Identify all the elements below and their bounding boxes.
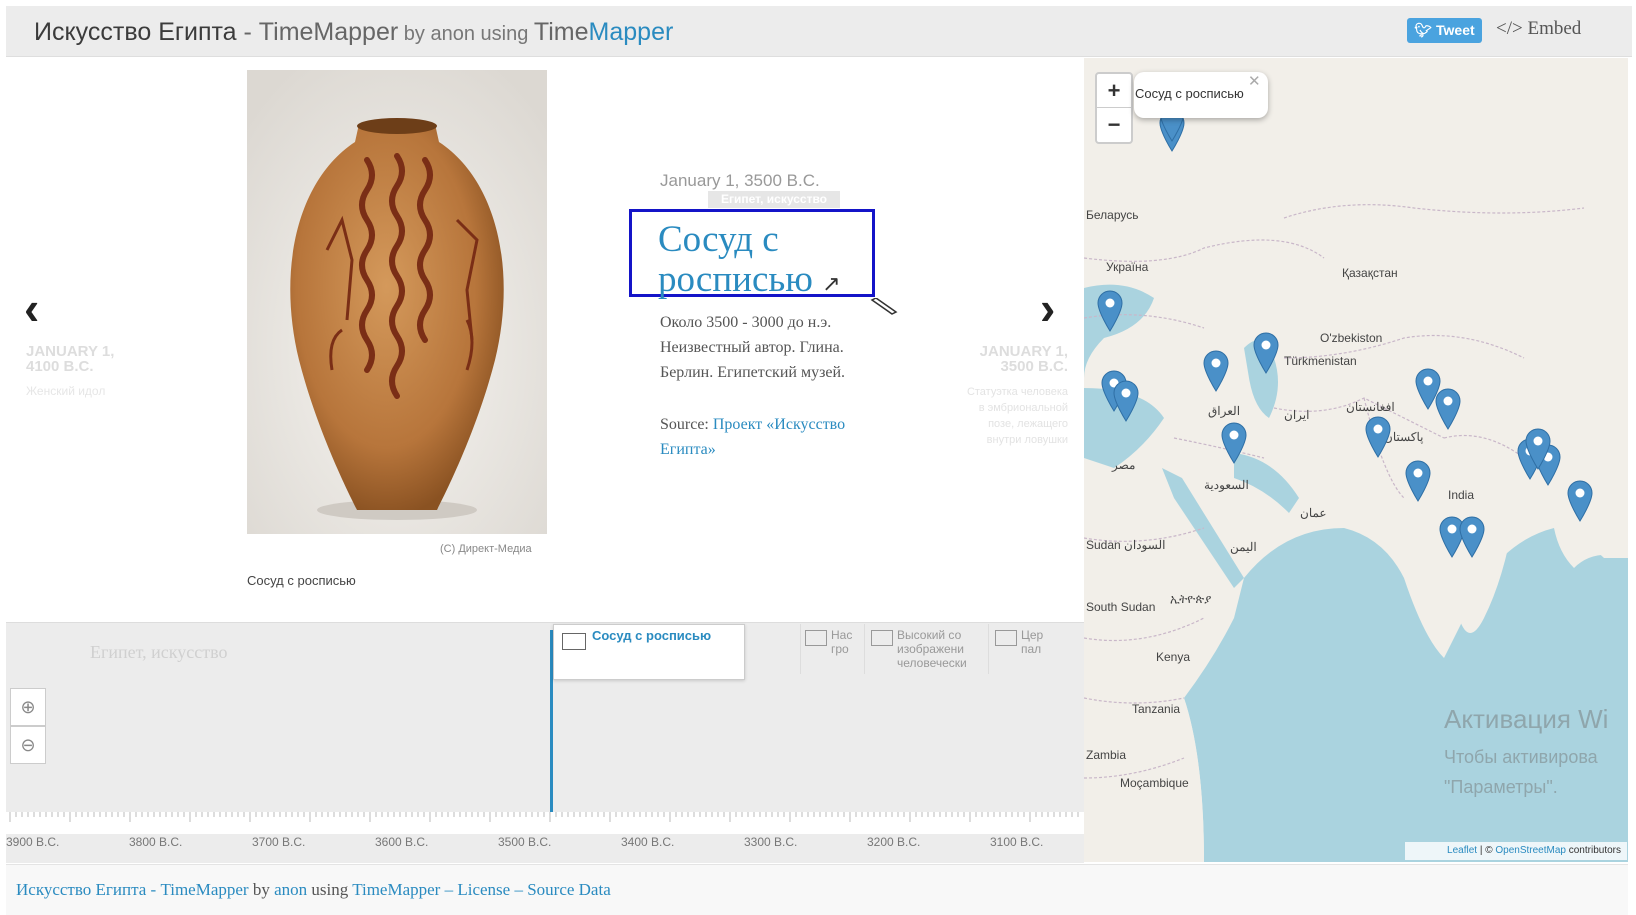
footer-text: Искусство Египта - TimeMapper by anon us… <box>16 880 611 899</box>
site-title: Искусство Египта <box>34 18 237 46</box>
footer-author-link[interactable]: anon <box>274 880 307 899</box>
timeline-axis-label: 3300 B.C. <box>744 835 798 849</box>
timeline-axis <box>6 812 1084 834</box>
timeline-axis-label: 3900 B.C. <box>6 835 60 849</box>
image-icon <box>995 630 1017 646</box>
map-marker-icon[interactable] <box>1405 460 1431 507</box>
zoom-out-icon[interactable]: ⊖ <box>10 726 46 764</box>
timeline-axis-label: 3400 B.C. <box>621 835 675 849</box>
map-attribution: Leaflet | © OpenStreetMap contributors <box>1405 842 1627 860</box>
author-link[interactable]: anon <box>430 23 475 45</box>
page-header: Искусство Египта - TimeMapper by anon us… <box>6 6 1632 57</box>
license-link[interactable]: License <box>457 880 510 899</box>
image-icon <box>805 630 827 646</box>
embed-button[interactable]: </> Embed <box>1496 18 1581 40</box>
timeline-axis-label: 3200 B.C. <box>867 835 921 849</box>
map-marker-icon[interactable] <box>1097 290 1123 337</box>
map-marker-icon[interactable] <box>1221 422 1247 469</box>
tweet-button[interactable]: 🐦︎ Tweet <box>1407 18 1482 43</box>
chevron-left-icon[interactable]: ‹ <box>24 285 39 331</box>
image-icon <box>562 633 586 650</box>
timeline-axis-label: 3700 B.C. <box>252 835 306 849</box>
timeline-axis-label: 3500 B.C. <box>498 835 552 849</box>
map-popup-text: Сосуд с росписью <box>1135 86 1244 101</box>
close-icon[interactable]: ✕ <box>1248 72 1261 90</box>
timeline-axis-label: 3100 B.C. <box>990 835 1044 849</box>
map-zoom-out-button[interactable]: − <box>1097 108 1131 141</box>
next-slide-title[interactable]: Статуэтка человека в эмбриональной позе,… <box>960 384 1068 448</box>
tool-link-a[interactable]: Time <box>534 18 589 46</box>
zoom-in-icon[interactable]: ⊕ <box>10 688 46 726</box>
timeline-card[interactable]: Цер пал <box>988 624 1051 674</box>
source-data-link[interactable]: Source Data <box>527 880 611 899</box>
image-icon <box>871 630 893 646</box>
timeline-axis-label: 3800 B.C. <box>129 835 183 849</box>
tool-link-b[interactable]: Mapper <box>589 18 674 46</box>
map-marker-icon[interactable] <box>1525 428 1551 475</box>
header-title: Искусство Египта - TimeMapper by anon us… <box>34 18 674 46</box>
map-marker-icon[interactable] <box>1459 516 1485 563</box>
prev-slide-date[interactable]: JANUARY 1, 4100 B.C. <box>26 344 136 374</box>
map-marker-icon[interactable] <box>1567 480 1593 527</box>
twitter-bird-icon: 🐦︎ <box>1414 22 1437 38</box>
map-marker-icon[interactable] <box>1253 332 1279 379</box>
external-link-icon[interactable]: ↗ <box>822 271 840 296</box>
timeline-card[interactable]: Высокий со изображени человечески <box>864 624 985 674</box>
map-zoom-control: + − <box>1095 72 1133 144</box>
timeline-group-label: Египет, искусство <box>90 642 228 662</box>
timeline-active-card-title[interactable]: Сосуд с росписью <box>592 628 711 643</box>
footer-app-link[interactable]: TimeMapper <box>160 880 248 899</box>
chevron-right-icon[interactable]: › <box>1040 285 1055 331</box>
timeline-axis-label: 3600 B.C. <box>375 835 429 849</box>
map-marker-icon[interactable] <box>1203 350 1229 397</box>
slide-title-link[interactable]: Сосуд с росписью ↗ <box>629 209 875 300</box>
timeline-card[interactable]: Нас гро <box>800 624 861 674</box>
footer-tool-link[interactable]: TimeMapper <box>352 880 440 899</box>
slide-panel <box>6 58 1090 622</box>
slide-description: Около 3500 - 3000 до н.э. Неизвестный ав… <box>660 314 846 381</box>
os-activation-text: Чтобы активирова "Параметры". <box>1444 747 1598 797</box>
map-marker-icon[interactable] <box>1365 416 1391 463</box>
artifact-image <box>247 70 547 534</box>
prev-slide-title[interactable]: Женский идол <box>26 384 105 398</box>
footer-title-link[interactable]: Искусство Египта <box>16 880 146 899</box>
os-activation-title: Активация Wi <box>1444 704 1609 734</box>
next-slide-date[interactable]: JANUARY 1, 3500 B.C. <box>964 344 1068 374</box>
image-credit: (C) Директ-Медиа <box>440 543 532 555</box>
app-name: TimeMapper <box>258 18 399 46</box>
map-marker-icon[interactable] <box>1435 388 1461 435</box>
map-marker-icon[interactable] <box>1113 380 1139 427</box>
slide-source: Source: Проект «Искусство Египта» <box>660 416 846 458</box>
image-caption: Сосуд с росписью <box>247 573 356 588</box>
map-zoom-in-button[interactable]: + <box>1097 74 1131 108</box>
slide-tag: Египет, искусство <box>708 191 840 208</box>
slide-date: January 1, 3500 B.C. <box>660 171 820 190</box>
